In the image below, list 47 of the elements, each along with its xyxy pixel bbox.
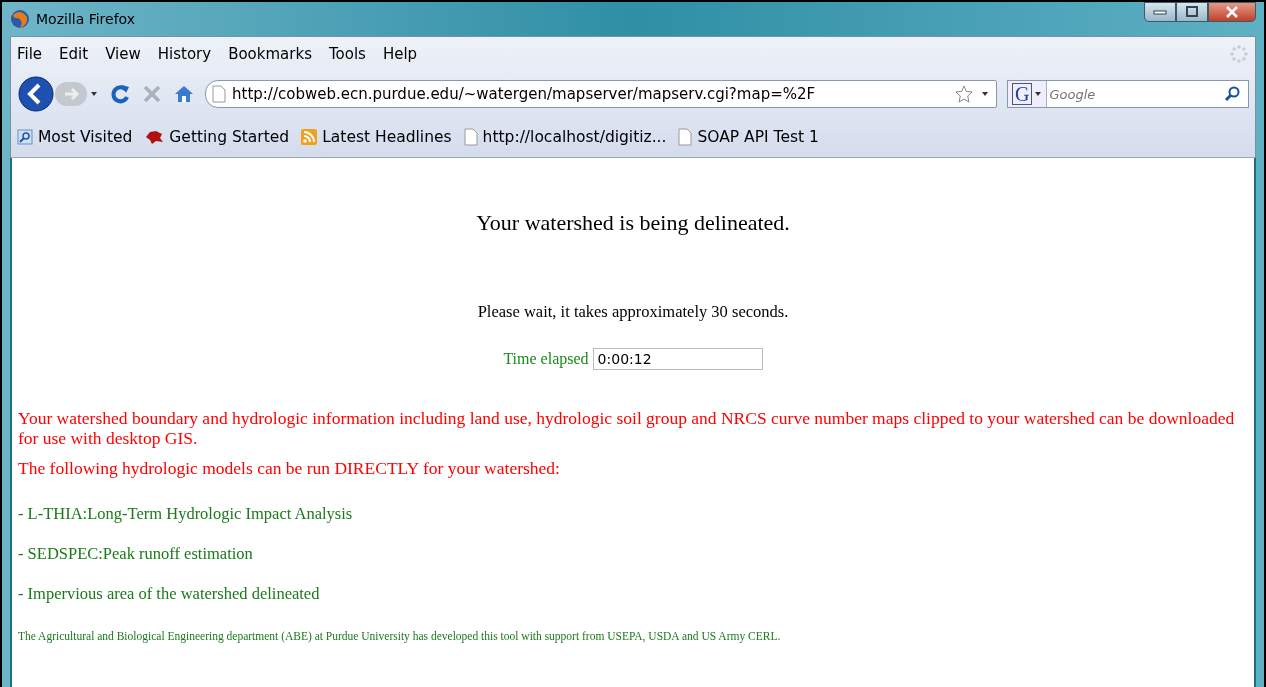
- maximize-icon: [1185, 6, 1199, 18]
- address-field[interactable]: http://cobweb.ecn.purdue.edu/~watergen/mapserver/mapserv.cgi?map=%2F: [205, 80, 997, 108]
- page-icon: [212, 85, 226, 103]
- search-engine-logo[interactable]: G: [1012, 83, 1033, 105]
- close-button[interactable]: [1208, 2, 1256, 22]
- stop-icon: [141, 83, 163, 105]
- browser-logo-icon: [10, 9, 30, 29]
- bookmark-link[interactable]: http://localhost/digitiz...: [482, 128, 667, 146]
- model-link[interactable]: - L-THIA:Long-Term Hydrologic Impact Analysis: [18, 504, 1248, 524]
- bookmark-link[interactable]: SOAP API Test 1: [697, 128, 819, 146]
- menu-item[interactable]: Edit: [59, 45, 89, 63]
- bookmark-link[interactable]: Getting Started: [169, 128, 290, 146]
- bookmark-link[interactable]: Most Visited: [38, 128, 133, 146]
- minimize-button[interactable]: [1144, 2, 1176, 22]
- notice-text: The following hydrologic models can be run DIRECTLY for your watershed:: [18, 458, 561, 480]
- loading-spinner-icon: [1229, 44, 1249, 64]
- page-heading: Your watershed is being delineated.: [475, 210, 791, 236]
- back-button[interactable]: [17, 75, 55, 113]
- timer-label: Time elapsed: [503, 350, 589, 368]
- menu-item[interactable]: Tools: [328, 45, 366, 63]
- minimize-icon: [1153, 9, 1167, 15]
- page-icon: [463, 128, 478, 146]
- window-title: Mozilla Firefox: [36, 11, 136, 27]
- menu-item[interactable]: History: [157, 45, 212, 63]
- menu-item[interactable]: Bookmarks: [228, 45, 312, 63]
- magnifier-icon: [17, 129, 33, 145]
- star-icon[interactable]: [954, 84, 974, 104]
- animal-head-icon: [144, 129, 165, 145]
- maximize-button[interactable]: [1176, 2, 1208, 22]
- close-icon: [1225, 6, 1239, 18]
- bookmark-link[interactable]: Latest Headlines: [322, 128, 452, 146]
- menu-item[interactable]: View: [105, 45, 141, 63]
- model-link[interactable]: - Impervious area of the watershed delineated: [18, 584, 1248, 604]
- rss-icon: [301, 129, 318, 145]
- home-icon[interactable]: [173, 83, 195, 105]
- notice-text: Your watershed boundary and hydrologic information including land use, hydrologic soil group and NRCS curve number maps clipped to your watershed can be downloaded for use with desktop GIS.: [18, 408, 1236, 450]
- search-icon[interactable]: [1224, 85, 1242, 103]
- model-link[interactable]: - SEDSPEC:Peak runoff estimation: [18, 544, 1248, 564]
- menu-item[interactable]: Help: [382, 45, 418, 63]
- wait-message: Please wait, it takes approximately 30 seconds.: [476, 302, 790, 322]
- page-icon: [678, 128, 693, 146]
- footer-text: The Agricultural and Biological Engineering department (ABE) at Purdue University has developed this tool with support from USEPA, USDA and US Army CERL.: [18, 630, 782, 642]
- reload-icon[interactable]: [109, 83, 131, 105]
- dropdown-arrow-icon[interactable]: [1034, 90, 1043, 98]
- elapsed-time-field[interactable]: 0:00:12: [592, 348, 763, 370]
- search-box[interactable]: G Google: [1007, 80, 1249, 108]
- menu-item[interactable]: File: [17, 45, 43, 63]
